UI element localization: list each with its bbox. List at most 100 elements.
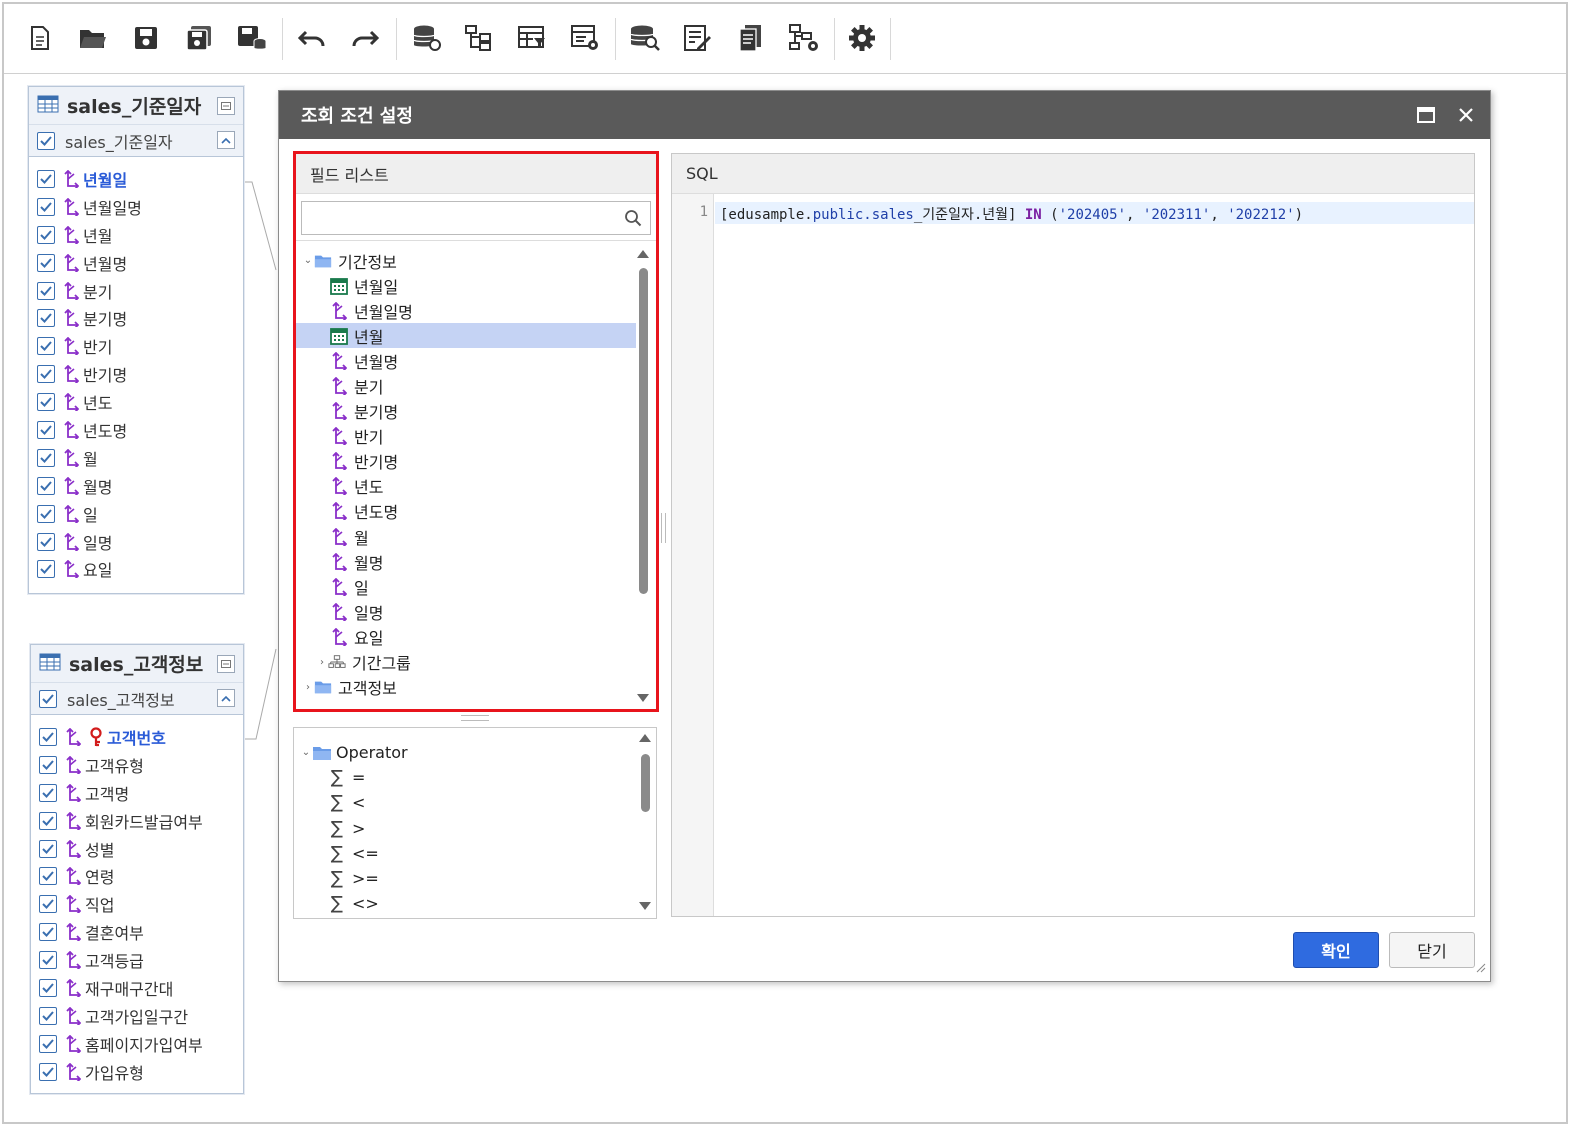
- tree-field-item[interactable]: 년월일: [296, 273, 636, 298]
- entity-field-row[interactable]: 고객유형: [31, 751, 243, 779]
- entity-field-row[interactable]: 고객등급: [31, 946, 243, 974]
- entity-field-row[interactable]: 고객명: [31, 779, 243, 807]
- entity-field-row[interactable]: 년월명: [29, 249, 243, 277]
- checkbox-checked-icon[interactable]: [39, 811, 57, 830]
- ok-button[interactable]: 확인: [1293, 932, 1379, 968]
- scroll-up-arrow-icon[interactable]: [639, 734, 651, 742]
- datasource-link-icon[interactable]: [410, 22, 442, 54]
- checkbox-checked-icon[interactable]: [37, 504, 55, 523]
- undo-icon[interactable]: [296, 22, 328, 54]
- chevron-down-icon[interactable]: ⌄: [302, 255, 314, 266]
- entity-field-row[interactable]: 분기명: [29, 304, 243, 332]
- operator-item[interactable]: ∑ <=: [294, 841, 634, 866]
- chevron-right-icon[interactable]: ›: [302, 682, 314, 693]
- checkbox-checked-icon[interactable]: [37, 560, 55, 579]
- operator-item[interactable]: ∑ >=: [294, 866, 634, 891]
- checkbox-checked-icon[interactable]: [39, 978, 57, 997]
- tree-field-item[interactable]: 반기명: [296, 449, 636, 474]
- chevron-up-icon[interactable]: [217, 689, 235, 707]
- tree-scrollbar[interactable]: [636, 248, 650, 704]
- maximize-icon[interactable]: [1414, 103, 1438, 127]
- entity-sales-date[interactable]: sales_기준일자 sales_기준일자 년월일 년월일명 년월 년월명 분기 분기명 반…: [28, 86, 244, 594]
- tree-group-period[interactable]: › 기간그룹: [296, 650, 636, 675]
- checkbox-checked-icon[interactable]: [37, 448, 55, 467]
- entity-header[interactable]: sales_고객정보: [31, 645, 243, 683]
- scroll-down-arrow-icon[interactable]: [637, 694, 649, 702]
- tree-field-item[interactable]: 일명: [296, 599, 636, 624]
- operator-scrollbar[interactable]: [638, 732, 652, 916]
- operator-item[interactable]: ∑ <: [294, 790, 634, 815]
- checkbox-checked-icon[interactable]: [37, 169, 55, 188]
- tree-field-item[interactable]: 분기명: [296, 399, 636, 424]
- db-search-icon[interactable]: [629, 22, 661, 54]
- checkbox-checked-icon[interactable]: [37, 309, 55, 328]
- save-icon[interactable]: [130, 22, 162, 54]
- entity-field-row[interactable]: 년도: [29, 388, 243, 416]
- table-filter-icon[interactable]: [516, 22, 548, 54]
- vertical-splitter-handle[interactable]: [661, 513, 666, 543]
- operator-item[interactable]: ∑ >: [294, 816, 634, 841]
- checkbox-checked-icon[interactable]: [37, 532, 55, 551]
- search-icon[interactable]: [624, 209, 642, 231]
- checkbox-checked-icon[interactable]: [37, 420, 55, 439]
- entity-field-row[interactable]: 년월: [29, 221, 243, 249]
- entity-field-row[interactable]: 결혼여부: [31, 918, 243, 946]
- entity-select-all[interactable]: sales_기준일자: [29, 125, 243, 157]
- checkbox-checked-icon[interactable]: [37, 253, 55, 272]
- entity-field-row[interactable]: 고객가입일구간: [31, 1002, 243, 1030]
- open-folder-icon[interactable]: [77, 22, 109, 54]
- entity-sales-customer[interactable]: sales_고객정보 sales_고객정보 고객번호 고객유형 고객명 회원카드발급여…: [30, 644, 244, 1094]
- tree-field-item[interactable]: 월명: [296, 549, 636, 574]
- tree-field-item[interactable]: 분기: [296, 373, 636, 398]
- entity-header[interactable]: sales_기준일자: [29, 87, 243, 125]
- table-settings-icon[interactable]: [569, 22, 601, 54]
- checkbox-checked-icon[interactable]: [37, 131, 55, 150]
- field-search-box[interactable]: [301, 201, 651, 235]
- resize-grip-icon[interactable]: [1476, 959, 1486, 977]
- sql-editor-line[interactable]: 1 [edusample.public.sales_기준일자.년월] IN ('…: [672, 202, 1474, 224]
- checkbox-checked-icon[interactable]: [37, 476, 55, 495]
- checkbox-checked-icon[interactable]: [37, 225, 55, 244]
- tree-folder-operator[interactable]: ⌄ Operator: [294, 740, 634, 765]
- entity-field-row[interactable]: 홈페이지가입여부: [31, 1030, 243, 1058]
- hierarchy-settings-icon[interactable]: [788, 22, 820, 54]
- sql-code[interactable]: [edusample.public.sales_기준일자.년월] IN ('20…: [720, 204, 1303, 224]
- tree-field-item[interactable]: 년도명: [296, 499, 636, 524]
- checkbox-checked-icon[interactable]: [37, 365, 55, 384]
- new-document-icon[interactable]: [24, 22, 56, 54]
- tree-field-item[interactable]: 년도: [296, 474, 636, 499]
- scroll-down-arrow-icon[interactable]: [639, 902, 651, 910]
- checkbox-checked-icon[interactable]: [37, 337, 55, 356]
- operator-item[interactable]: ∑ =: [294, 765, 634, 790]
- entity-field-row[interactable]: 재구매구간대: [31, 974, 243, 1002]
- checkbox-checked-icon[interactable]: [39, 1006, 57, 1025]
- save-to-db-icon[interactable]: [236, 22, 268, 54]
- entity-field-row[interactable]: 직업: [31, 890, 243, 918]
- hierarchy-icon[interactable]: [463, 22, 495, 54]
- checkbox-checked-icon[interactable]: [39, 867, 57, 886]
- entity-field-row[interactable]: 성별: [31, 835, 243, 863]
- entity-field-row[interactable]: 월명: [29, 472, 243, 500]
- tree-folder-period[interactable]: ⌄ 기간정보: [296, 248, 636, 273]
- entity-field-row[interactable]: 분기: [29, 277, 243, 305]
- entity-field-row[interactable]: 년월일: [29, 165, 243, 193]
- checkbox-checked-icon[interactable]: [39, 1034, 57, 1053]
- checkbox-checked-icon[interactable]: [39, 783, 57, 802]
- tree-field-item[interactable]: 일: [296, 574, 636, 599]
- checkbox-checked-icon[interactable]: [37, 281, 55, 300]
- entity-field-row[interactable]: 년도명: [29, 416, 243, 444]
- field-search-input[interactable]: [302, 202, 612, 232]
- entity-field-row[interactable]: 고객번호: [31, 723, 243, 751]
- entity-field-row[interactable]: 년월일명: [29, 193, 243, 221]
- checkbox-checked-icon[interactable]: [39, 951, 57, 970]
- entity-select-all[interactable]: sales_고객정보: [31, 683, 243, 715]
- entity-field-row[interactable]: 일명: [29, 528, 243, 556]
- close-button[interactable]: 닫기: [1389, 932, 1475, 968]
- entity-field-row[interactable]: 요일: [29, 555, 243, 583]
- checkbox-checked-icon[interactable]: [37, 197, 55, 216]
- chevron-up-icon[interactable]: [217, 131, 235, 149]
- checkbox-checked-icon[interactable]: [39, 727, 57, 746]
- checkbox-checked-icon[interactable]: [39, 689, 57, 708]
- entity-field-row[interactable]: 일: [29, 500, 243, 528]
- scroll-up-arrow-icon[interactable]: [637, 250, 649, 258]
